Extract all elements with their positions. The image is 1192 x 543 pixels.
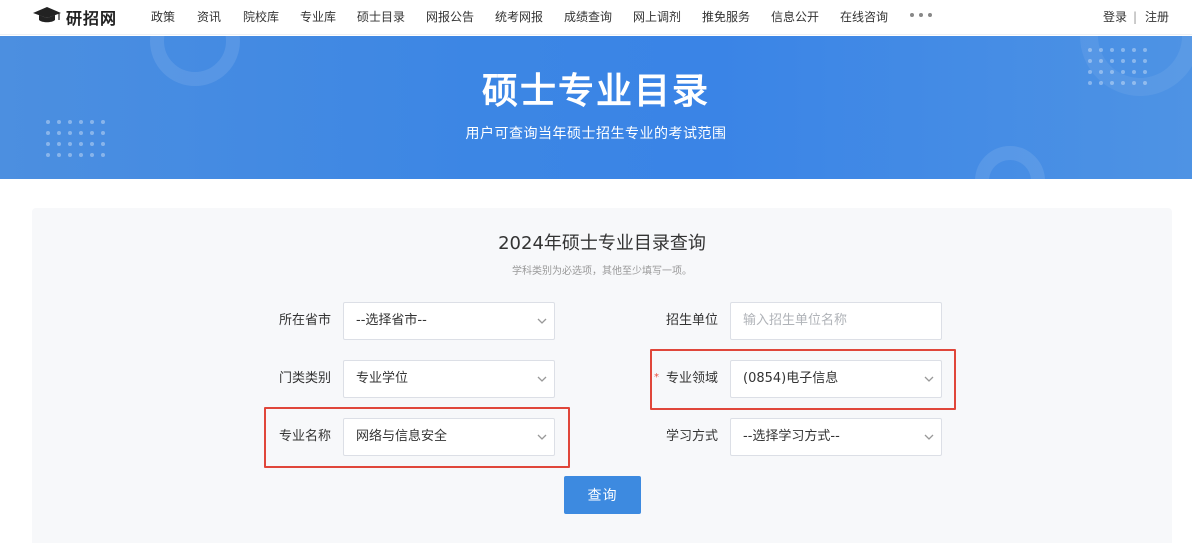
logo-text: 研招网: [66, 9, 118, 28]
site-logo[interactable]: 研招网: [32, 5, 118, 29]
nav-item-info-disclosure[interactable]: 信息公开: [771, 9, 819, 25]
more-dots-icon[interactable]: [910, 13, 932, 17]
province-select[interactable]: --选择省市--: [343, 302, 555, 340]
search-form-hint: 学科类别为必选项，其他至少填写一项。: [512, 266, 692, 277]
query-button[interactable]: 查询: [564, 476, 641, 514]
nav-item-master-catalog[interactable]: 硕士目录: [357, 9, 405, 25]
unit-input-placeholder: 输入招生单位名称: [743, 313, 848, 328]
study-mode-select[interactable]: --选择学习方式--: [730, 418, 942, 456]
province-label: 所在省市: [279, 313, 332, 328]
nav-item-school-library[interactable]: 院校库: [243, 9, 279, 25]
study-mode-label: 学习方式: [666, 429, 719, 444]
nav-item-exam-registration[interactable]: 统考网报: [495, 9, 543, 25]
province-select-value: --选择省市--: [356, 313, 427, 328]
nav-item-registration-notice[interactable]: 网报公告: [426, 9, 474, 25]
study-mode-select-value: --选择学习方式--: [743, 429, 840, 444]
page-subtitle: 用户可查询当年硕士招生专业的考试范围: [465, 126, 727, 142]
register-link[interactable]: 注册: [1145, 9, 1169, 25]
nav-item-score-query[interactable]: 成绩查询: [564, 9, 612, 25]
highlight-box-field: [650, 349, 956, 410]
nav-item-major-library[interactable]: 专业库: [300, 9, 336, 25]
decorative-ring: [975, 146, 1045, 179]
page-title: 硕士专业目录: [481, 71, 710, 112]
nav-item-recommendation-service[interactable]: 推免服务: [702, 9, 750, 25]
category-select-value: 专业学位: [356, 371, 409, 386]
highlight-box-major: [264, 407, 570, 468]
page-banner: 硕士专业目录 用户可查询当年硕士招生专业的考试范围: [0, 36, 1192, 179]
nav-item-online-consult[interactable]: 在线咨询: [840, 9, 888, 25]
graduation-cap-icon: [32, 5, 62, 29]
nav-item-news[interactable]: 资讯: [197, 9, 221, 25]
unit-label: 招生单位: [666, 313, 719, 328]
nav-item-policy[interactable]: 政策: [151, 9, 175, 25]
auth-separator: |: [1133, 10, 1138, 24]
unit-input[interactable]: 输入招生单位名称: [730, 302, 942, 340]
search-form-card: 2024年硕士专业目录查询 学科类别为必选项，其他至少填写一项。 所在省市 --…: [32, 208, 1172, 543]
chevron-down-icon: [923, 431, 935, 443]
category-label: 门类类别: [279, 371, 332, 386]
chevron-down-icon: [536, 373, 548, 385]
top-navigation-bar: 研招网 政策 资讯 院校库 专业库 硕士目录 网报公告 统考网报 成绩查询 网上…: [0, 0, 1192, 35]
category-select[interactable]: 专业学位: [343, 360, 555, 398]
search-form-title: 2024年硕士专业目录查询: [498, 233, 706, 254]
chevron-down-icon: [536, 315, 548, 327]
nav-item-online-adjustment[interactable]: 网上调剂: [633, 9, 681, 25]
login-link[interactable]: 登录: [1103, 9, 1127, 25]
